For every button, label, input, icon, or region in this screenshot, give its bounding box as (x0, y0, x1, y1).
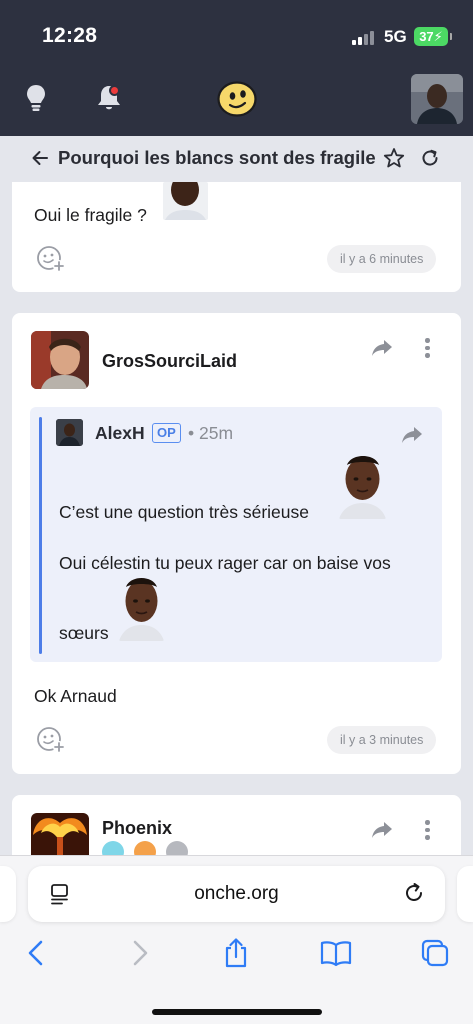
add-reaction-icon[interactable] (36, 726, 66, 754)
share-arrow-icon[interactable] (370, 337, 394, 359)
tabs-icon[interactable] (420, 938, 450, 968)
signal-icon (352, 30, 378, 45)
post-text: Ok Arnaud (34, 686, 117, 706)
star-icon[interactable] (383, 147, 405, 169)
quoted-message: AlexH OP • 25m C’est une question très s… (30, 407, 442, 662)
share-arrow-icon[interactable] (370, 819, 394, 841)
battery-icon: 37 ⚡ (414, 27, 452, 46)
bookmarks-icon[interactable] (320, 938, 352, 968)
browser-toolbar: onche.org (0, 855, 473, 1024)
network-label: 5G (384, 27, 407, 46)
share-icon[interactable] (221, 938, 251, 968)
face-emoji-image (339, 453, 386, 519)
topic-bar: Pourquoi les blancs sont des fragile (0, 136, 473, 182)
share-arrow-icon[interactable] (400, 424, 424, 446)
quote-author-name[interactable]: AlexH (95, 423, 145, 444)
topic-title: Pourquoi les blancs sont des fragile (58, 147, 376, 168)
post-timestamp: il y a 6 minutes (327, 245, 437, 273)
post-text: Oui le fragile ? (34, 205, 147, 225)
quote-line: sœurs (59, 623, 109, 643)
op-badge: OP (152, 423, 181, 443)
add-reaction-icon[interactable] (36, 245, 66, 273)
quote-time: • 25m (188, 423, 234, 443)
author-avatar[interactable] (31, 331, 89, 389)
status-time: 12:28 (42, 24, 98, 47)
refresh-icon[interactable] (420, 148, 440, 168)
more-options-icon[interactable] (424, 337, 430, 359)
lightbulb-icon[interactable] (25, 84, 47, 112)
app-header: 12:28 5G 37 ⚡ (0, 0, 473, 136)
back-arrow-icon[interactable] (30, 148, 50, 168)
user-avatar[interactable] (411, 74, 463, 124)
more-options-icon[interactable] (424, 819, 430, 841)
author-name[interactable]: Phoenix (102, 818, 172, 839)
quote-author-avatar[interactable] (56, 419, 83, 446)
post-card: Oui le fragile ? il y a 6 minutes (12, 182, 461, 292)
address-bar[interactable]: onche.org (28, 866, 445, 922)
battery-level: 37 (419, 29, 434, 44)
face-emoji-image (119, 575, 164, 641)
post-timestamp: il y a 3 minutes (327, 726, 437, 754)
notification-badge (109, 85, 120, 96)
quote-bar (39, 417, 42, 654)
quote-line: C’est une question très sérieuse (59, 502, 309, 522)
back-icon[interactable] (22, 938, 52, 968)
home-indicator (152, 1009, 322, 1015)
next-tab-preview[interactable] (457, 866, 473, 922)
forward-icon[interactable] (124, 938, 154, 968)
quote-line: Oui célestin tu peux rager car on baise … (59, 553, 391, 573)
author-name[interactable]: GrosSourciLaid (102, 351, 237, 372)
previous-tab-preview[interactable] (0, 866, 16, 922)
smiley-logo-icon[interactable] (217, 81, 257, 117)
post-card: GrosSourciLaid AlexH OP • 25m C’est une … (12, 313, 461, 774)
url-text[interactable]: onche.org (28, 883, 445, 905)
face-emoji-image (163, 182, 208, 220)
author-avatar[interactable] (31, 813, 89, 855)
reload-icon[interactable] (403, 882, 425, 904)
